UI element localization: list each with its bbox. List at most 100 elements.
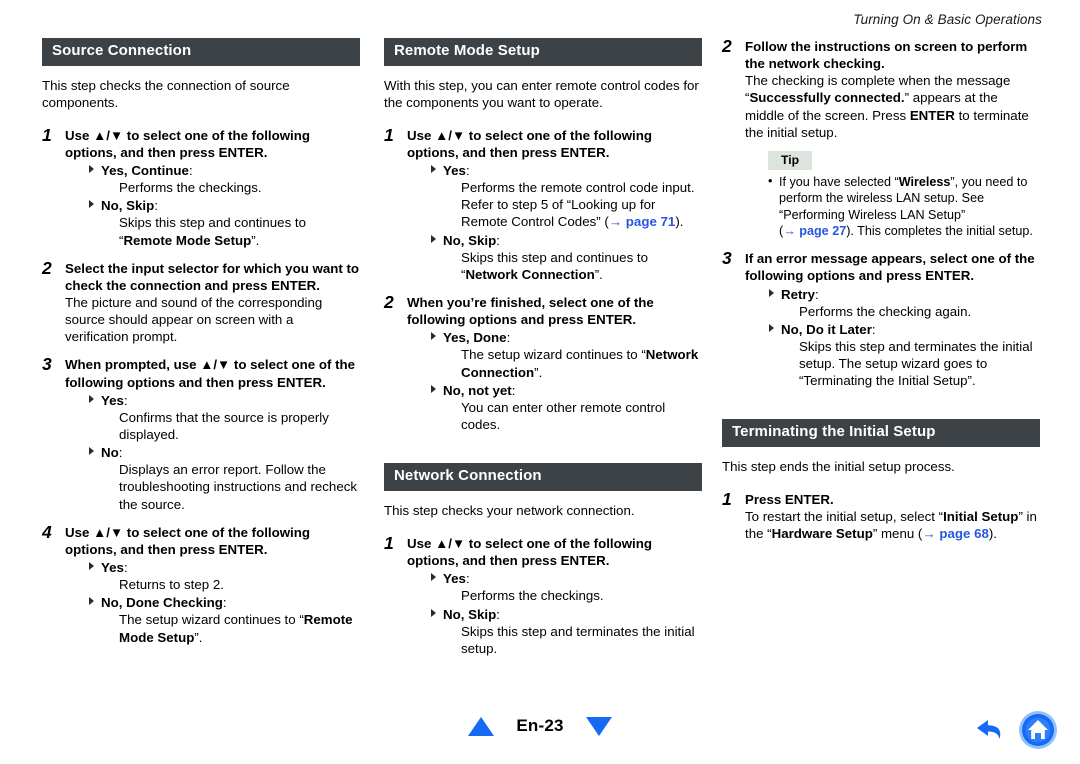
step-item: 1 Use ▲/▼ to select one of the following… (384, 124, 702, 283)
step-item: 2 When you’re finished, select one of th… (384, 292, 702, 433)
option-label: Retry: (781, 286, 819, 302)
step-number: 2 (42, 257, 52, 278)
step-body: The checking is complete when the messag… (745, 73, 1029, 140)
page-link[interactable]: → page 71 (609, 214, 676, 229)
option-item: No, Do it Later: Skips this step and ter… (745, 321, 1040, 390)
step-item: 2 Follow the instructions on screen to p… (722, 36, 1040, 239)
section-intro: With this step, you can enter remote con… (384, 77, 699, 110)
triangle-right-icon (89, 597, 94, 606)
step-title: Follow the instructions on screen to per… (745, 39, 1028, 72)
page-footer: En-23 (0, 704, 1080, 750)
option-label: Yes: (101, 392, 128, 408)
step-item: 1 Use ▲/▼ to select one of the following… (384, 532, 702, 657)
step-item: 4 Use ▲/▼ to select one of the following… (42, 521, 360, 646)
option-label: Yes: (101, 560, 128, 576)
option-label: No, Skip: (101, 198, 158, 214)
option-item: No, not yet: You can enter other remote … (407, 382, 702, 433)
step-title: Use ▲/▼ to select one of the following o… (407, 535, 652, 569)
option-item: No, Skip: Skips this step and terminates… (407, 606, 702, 657)
nav-icon-group (973, 710, 1058, 755)
column-1: Source Connection This step checks the c… (42, 38, 360, 657)
triangle-down-icon[interactable] (585, 716, 612, 736)
option-label: No, not yet: (443, 382, 516, 398)
triangle-up-icon[interactable] (468, 716, 495, 736)
triangle-right-icon (89, 165, 94, 174)
step-title: When prompted, use ▲/▼ to select one of … (65, 357, 356, 390)
option-label: Yes: (443, 571, 470, 587)
option-label: No, Skip: (443, 232, 500, 248)
option-item: Yes: Confirms that the source is properl… (65, 392, 360, 443)
back-arrow-icon[interactable] (973, 715, 1007, 750)
triangle-right-icon (89, 447, 94, 456)
option-label: Yes: (443, 163, 470, 179)
step-title: Press ENTER. (745, 492, 834, 508)
step-title: Use ▲/▼ to select one of the following o… (65, 524, 310, 557)
option-description: Returns to step 2. (119, 577, 224, 593)
triangle-right-icon (431, 165, 436, 174)
option-label: No: (101, 445, 123, 461)
step-title: Use ▲/▼ to select one of the following o… (407, 127, 652, 160)
option-description: Performs the remote control code input. … (461, 180, 695, 230)
option-item: Retry: Performs the checking again. (745, 286, 1040, 320)
triangle-right-icon (431, 234, 436, 243)
option-item: No, Skip: Skips this step and continues … (407, 232, 702, 283)
triangle-right-icon (89, 394, 94, 403)
section-intro: This step checks your network connection… (384, 502, 635, 518)
triangle-right-icon (769, 323, 774, 332)
step-number: 4 (42, 521, 52, 542)
step-number: 1 (42, 124, 52, 145)
option-item: No, Done Checking: The setup wizard cont… (65, 594, 360, 645)
option-description: Performs the checking again. (799, 303, 972, 319)
step-number: 2 (384, 292, 394, 313)
step-item: 3 If an error message appears, select on… (722, 248, 1040, 390)
step-number: 1 (384, 124, 394, 145)
step-number: 3 (42, 354, 52, 375)
section-heading-source-connection: Source Connection (42, 38, 360, 66)
triangle-right-icon (431, 573, 436, 582)
page-link[interactable]: → page 27 (783, 224, 846, 238)
option-label: Yes, Done: (443, 330, 511, 346)
triangle-right-icon (769, 288, 774, 297)
page-number-label: En-23 (516, 716, 564, 735)
step-item: 3 When prompted, use ▲/▼ to select one o… (42, 354, 360, 512)
option-description: Confirms that the source is properly dis… (119, 409, 329, 443)
option-description: You can enter other remote control codes… (461, 399, 666, 433)
option-label: No, Skip: (443, 606, 500, 622)
triangle-right-icon (89, 200, 94, 209)
option-item: Yes: Performs the checkings. (407, 570, 702, 604)
step-title: Use ▲/▼ to select one of the following o… (65, 127, 310, 160)
column-2: Remote Mode Setup With this step, you ca… (384, 38, 702, 668)
option-description: Skips this step and terminates the initi… (461, 623, 695, 656)
option-item: Yes: Returns to step 2. (65, 559, 360, 593)
triangle-right-icon (89, 562, 94, 571)
section-heading-remote-mode-setup: Remote Mode Setup (384, 38, 702, 66)
running-head: Turning On & Basic Operations (853, 12, 1042, 27)
option-description: The setup wizard continues to “Remote Mo… (119, 612, 353, 645)
manual-page: { "running_head": "Turning On & Basic Op… (0, 0, 1080, 764)
option-label: Yes, Continue: (101, 163, 193, 179)
step-number: 2 (722, 36, 732, 56)
section-intro: This step ends the initial setup process… (722, 459, 955, 475)
option-description: Displays an error report. Follow the tro… (119, 462, 358, 512)
home-icon[interactable] (1018, 710, 1058, 755)
option-description: Performs the checkings. (119, 180, 262, 196)
tip-box: Tip If you have selected “Wireless”, you… (768, 150, 1040, 239)
step-body: To restart the initial setup, select “In… (745, 509, 1037, 542)
section-intro: This step checks the connection of sourc… (42, 77, 290, 110)
page-navigation: En-23 (0, 716, 1080, 736)
option-description: The setup wizard continues to “Network C… (461, 347, 699, 380)
page-link[interactable]: → page 68 (922, 526, 989, 541)
step-number: 1 (384, 532, 394, 553)
step-title: If an error message appears, select one … (745, 251, 1035, 284)
tip-badge: Tip (768, 150, 813, 170)
option-item: Yes, Continue: Performs the checkings. (65, 162, 360, 196)
step-item: 1 Use ▲/▼ to select one of the following… (42, 124, 360, 249)
triangle-right-icon (431, 384, 436, 393)
option-item: No, Skip: Skips this step and continues … (65, 197, 360, 248)
option-item: Yes, Done: The setup wizard continues to… (407, 329, 702, 380)
option-description: Performs the checkings. (461, 588, 604, 604)
step-number: 3 (722, 248, 732, 269)
step-title: Select the input selector for which you … (65, 260, 360, 293)
step-number: 1 (722, 489, 732, 510)
section-heading-terminating-the-initial-setup: Terminating the Initial Setup (722, 419, 1040, 448)
